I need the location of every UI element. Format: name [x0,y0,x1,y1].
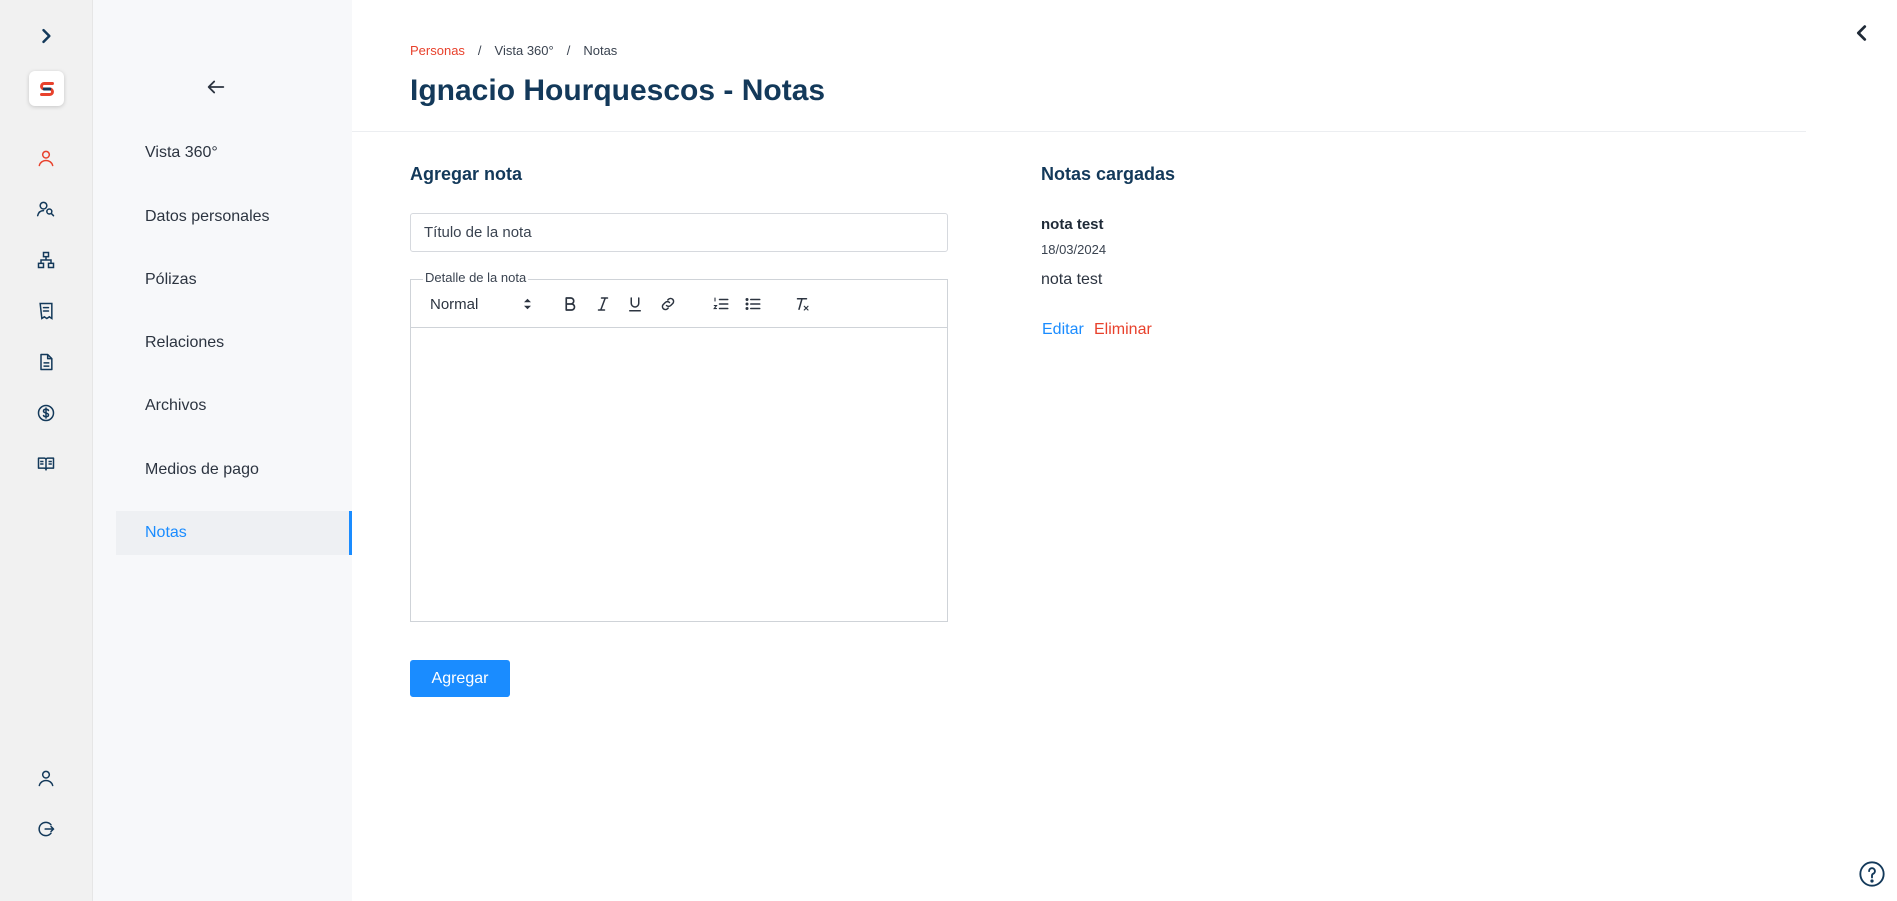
note-date: 18/03/2024 [1041,242,1107,257]
nav-item-notas[interactable]: Notas [116,511,352,555]
note-detail-editor: Detalle de la nota Normal [410,270,948,622]
note-detail-textarea[interactable] [411,329,947,621]
add-note-button[interactable]: Agregar [410,660,510,697]
header-format-select[interactable]: Normal [430,292,532,316]
receipt-icon[interactable] [29,294,63,328]
header-format-value: Normal [430,295,479,313]
underline-icon[interactable] [624,293,646,315]
breadcrumb-separator: / [566,43,571,58]
header-divider [352,131,1806,132]
link-icon[interactable] [657,293,679,315]
bold-icon[interactable] [559,293,581,315]
nav-item-label: Archivos [145,397,207,414]
nav-item-label: Medios de pago [145,461,259,478]
main-content: Personas / Vista 360° / Notas Ignacio Ho… [352,0,1897,901]
section-nav: Vista 360° Datos personales Pólizas Rela… [93,0,352,901]
help-icon[interactable] [1857,859,1887,889]
sort-arrows-icon [524,298,531,310]
arrow-left-icon[interactable] [203,74,229,100]
nav-item-label: Notas [145,524,187,541]
nav-item-label: Vista 360° [145,144,218,161]
person-icon[interactable] [29,141,63,175]
page-title: Ignacio Hourquescos - Notas [410,74,826,107]
breadcrumb-personas[interactable]: Personas [410,43,465,58]
nav-item-datos-personales[interactable]: Datos personales [116,195,352,239]
chevron-left-icon[interactable] [1849,20,1875,46]
nav-item-label: Datos personales [145,208,270,225]
book-icon[interactable] [29,447,63,481]
note-title-input[interactable] [410,213,948,252]
logout-icon[interactable] [29,812,63,846]
note-body: nota test [1041,271,1103,288]
account-icon[interactable] [29,761,63,795]
note-title: nota test [1041,216,1104,233]
breadcrumb: Personas / Vista 360° / Notas [410,43,617,58]
edit-note-link[interactable]: Editar [1042,321,1084,339]
hierarchy-icon[interactable] [29,243,63,277]
nav-item-relaciones[interactable]: Relaciones [116,321,352,365]
nav-item-medios-de-pago[interactable]: Medios de pago [116,448,352,492]
nav-item-archivos[interactable]: Archivos [116,384,352,428]
nav-item-label: Relaciones [145,334,225,351]
app-logo[interactable] [29,71,64,106]
document-icon[interactable] [29,345,63,379]
delete-note-link[interactable]: Eliminar [1094,321,1152,339]
breadcrumb-current: Notas [583,43,618,58]
ordered-list-icon[interactable] [710,293,732,315]
app-root: Vista 360° Datos personales Pólizas Rela… [0,0,1897,901]
expand-chevron-icon[interactable] [29,19,63,53]
people-search-icon[interactable] [29,192,63,226]
clear-format-icon[interactable] [791,293,813,315]
icon-rail [0,0,93,901]
breadcrumb-vista-360[interactable]: Vista 360° [495,43,554,58]
loaded-notes-heading: Notas cargadas [1041,164,1176,184]
add-note-heading: Agregar nota [410,164,523,184]
nav-item-label: Pólizas [145,271,197,288]
editor-toolbar: Normal [411,280,947,328]
bullet-list-icon[interactable] [742,293,764,315]
italic-icon[interactable] [592,293,614,315]
nav-item-polizas[interactable]: Pólizas [116,258,352,302]
dollar-icon[interactable] [29,396,63,430]
breadcrumb-separator: / [477,43,482,58]
nav-item-vista-360[interactable]: Vista 360° [116,131,352,175]
